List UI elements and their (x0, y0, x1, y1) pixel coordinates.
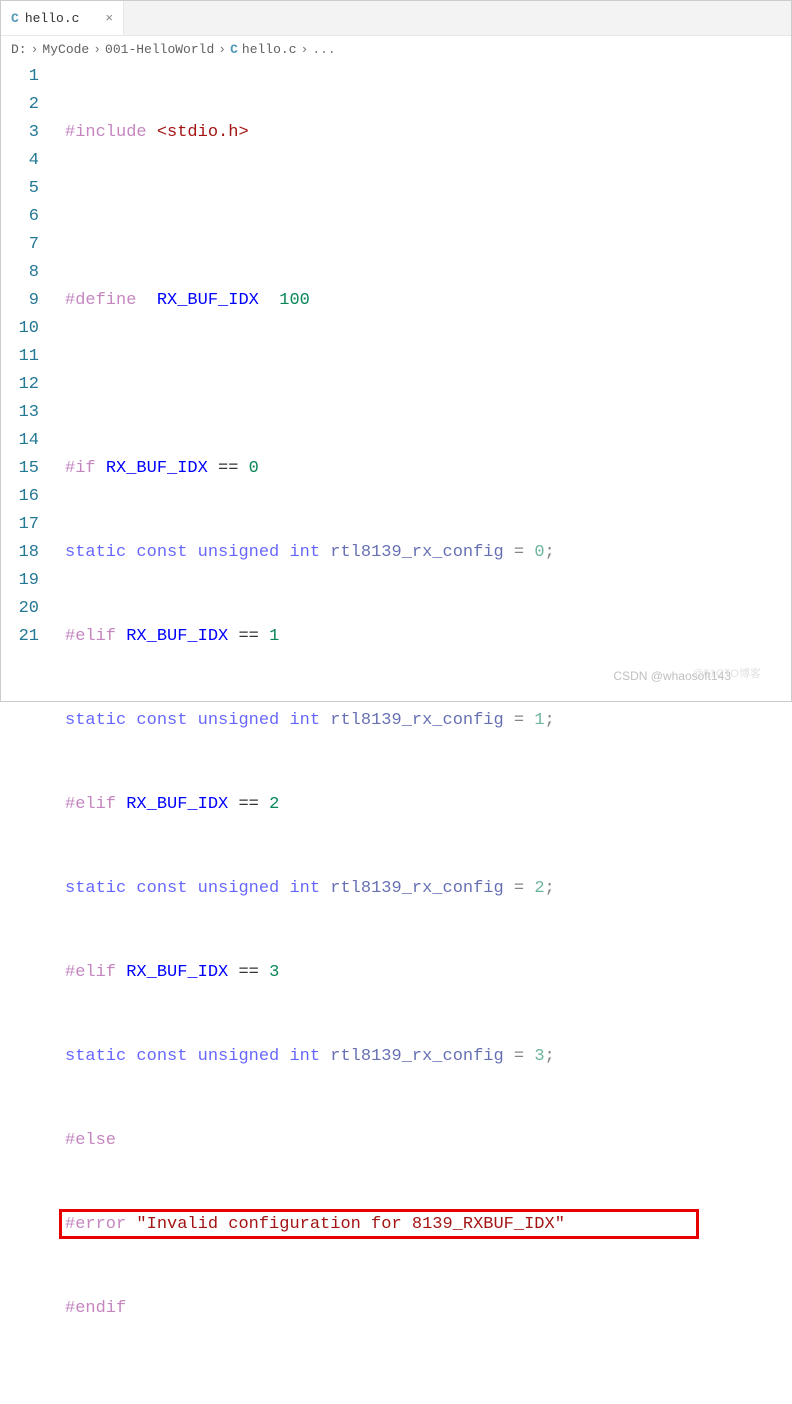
code-editor[interactable]: 1 2 3 4 5 6 7 8 9 10 11 12 13 14 15 16 1… (1, 63, 791, 1404)
line-number: 6 (1, 203, 39, 231)
code-line[interactable]: #define RX_BUF_IDX 100 (59, 287, 791, 315)
tab-hello-c[interactable]: C hello.c × (1, 1, 124, 35)
line-number: 4 (1, 147, 39, 175)
line-number: 21 (1, 623, 39, 651)
line-number: 7 (1, 231, 39, 259)
code-line[interactable]: #endif (59, 1295, 791, 1323)
line-number-gutter: 1 2 3 4 5 6 7 8 9 10 11 12 13 14 15 16 1… (1, 63, 59, 1404)
line-number: 16 (1, 483, 39, 511)
line-number: 8 (1, 259, 39, 287)
breadcrumb-file[interactable]: hello.c (242, 42, 297, 57)
breadcrumb[interactable]: D: › MyCode › 001-HelloWorld › C hello.c… (1, 36, 791, 63)
code-line[interactable] (59, 1379, 791, 1404)
c-file-icon: C (11, 11, 19, 26)
close-icon[interactable]: × (105, 11, 113, 26)
code-line[interactable]: #include <stdio.h> (59, 119, 791, 147)
code-line[interactable]: #else (59, 1127, 791, 1155)
code-line[interactable]: #if RX_BUF_IDX == 0 (59, 455, 791, 483)
tab-bar: C hello.c × (1, 1, 791, 36)
line-number: 13 (1, 399, 39, 427)
line-number: 15 (1, 455, 39, 483)
chevron-right-icon: › (218, 42, 226, 57)
line-number: 1 (1, 63, 39, 91)
tab-filename: hello.c (25, 11, 80, 26)
code-line[interactable]: #elif RX_BUF_IDX == 1 (59, 623, 791, 651)
code-line[interactable] (59, 371, 791, 399)
line-number: 20 (1, 595, 39, 623)
line-number: 19 (1, 567, 39, 595)
line-number: 17 (1, 511, 39, 539)
breadcrumb-part[interactable]: D: (11, 42, 27, 57)
chevron-right-icon: › (301, 42, 309, 57)
line-number: 9 (1, 287, 39, 315)
line-number: 5 (1, 175, 39, 203)
c-file-icon: C (230, 42, 238, 57)
code-content[interactable]: #include <stdio.h> #define RX_BUF_IDX 10… (59, 63, 791, 1404)
line-number: 10 (1, 315, 39, 343)
code-line[interactable]: static const unsigned int rtl8139_rx_con… (59, 1043, 791, 1071)
code-line[interactable]: #elif RX_BUF_IDX == 3 (59, 959, 791, 987)
code-line[interactable]: static const unsigned int rtl8139_rx_con… (59, 539, 791, 567)
code-line[interactable]: #elif RX_BUF_IDX == 2 (59, 791, 791, 819)
line-number: 3 (1, 119, 39, 147)
chevron-right-icon: › (93, 42, 101, 57)
code-line[interactable]: static const unsigned int rtl8139_rx_con… (59, 707, 791, 735)
breadcrumb-ellipsis[interactable]: ... (312, 42, 335, 57)
breadcrumb-part[interactable]: 001-HelloWorld (105, 42, 214, 57)
line-number: 18 (1, 539, 39, 567)
line-number: 14 (1, 427, 39, 455)
line-number: 11 (1, 343, 39, 371)
line-number: 12 (1, 371, 39, 399)
code-line[interactable]: #error "Invalid configuration for 8139_R… (59, 1211, 791, 1239)
watermark-secondary: @51CTO博客 (693, 665, 761, 681)
chevron-right-icon: › (31, 42, 39, 57)
code-line[interactable]: static const unsigned int rtl8139_rx_con… (59, 875, 791, 903)
code-line[interactable] (59, 203, 791, 231)
breadcrumb-part[interactable]: MyCode (42, 42, 89, 57)
line-number: 2 (1, 91, 39, 119)
